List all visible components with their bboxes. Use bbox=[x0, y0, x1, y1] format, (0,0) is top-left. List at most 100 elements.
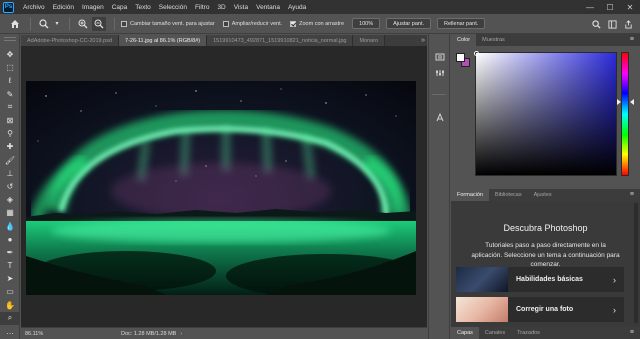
search-icon[interactable] bbox=[590, 18, 602, 30]
scrubby-zoom-checkbox[interactable]: Zoom con arrastre bbox=[290, 20, 344, 27]
workspace-icon[interactable] bbox=[606, 18, 618, 30]
tab-document-active[interactable]: 7-26-11.jpg al 86.1% (RGB/8#) bbox=[119, 35, 208, 46]
window-controls: — ☐ ✕ bbox=[580, 0, 640, 14]
dodge-tool-icon[interactable]: ● bbox=[0, 233, 20, 246]
tab-label: AdAdobe-Photoshop-CC-2019.psd bbox=[27, 37, 113, 44]
tab-document[interactable]: Monaro bbox=[353, 35, 386, 46]
hue-slider-marker[interactable] bbox=[617, 99, 621, 105]
zoom-tool-icon[interactable]: ⌕ bbox=[0, 311, 20, 325]
aurora-image bbox=[26, 81, 416, 295]
zoom-level[interactable]: 86.11% bbox=[21, 331, 43, 337]
tab-paths[interactable]: Trazados bbox=[511, 327, 546, 339]
eyedropper-tool-icon[interactable]: ⚲ bbox=[0, 127, 20, 140]
menu-ventana[interactable]: Ventana bbox=[252, 4, 284, 11]
menu-edicion[interactable]: Edición bbox=[49, 4, 78, 11]
status-menu-arrow[interactable]: › bbox=[180, 331, 182, 337]
aurora-photo bbox=[26, 81, 416, 295]
path-selection-tool-icon[interactable]: ➤ bbox=[0, 272, 20, 285]
checkbox-label: Cambiar tamaño vent. para ajustar bbox=[130, 20, 215, 27]
lasso-tool-icon[interactable]: ℓ bbox=[0, 74, 20, 87]
menu-archivo[interactable]: Archivo bbox=[19, 4, 49, 11]
photoshop-logo: Ps bbox=[3, 1, 14, 13]
learn-card-fix-photo[interactable]: Corregir una foto › bbox=[456, 297, 624, 322]
blur-tool-icon[interactable]: 💧 bbox=[0, 219, 20, 232]
canvas-area[interactable] bbox=[21, 46, 427, 327]
tab-channels[interactable]: Canales bbox=[479, 327, 511, 339]
status-bar: 86.11% Doc: 1.28 MB/1.28 MB › bbox=[21, 327, 427, 339]
brush-tool-icon[interactable]: 🖌 bbox=[0, 154, 20, 167]
clone-stamp-tool-icon[interactable]: ⊥ bbox=[0, 167, 20, 180]
tab-layers[interactable]: Capas bbox=[451, 327, 479, 339]
panel-menu-icon[interactable]: ≡ bbox=[630, 34, 634, 46]
zoom-tool-icon[interactable] bbox=[37, 17, 51, 31]
home-icon[interactable] bbox=[8, 17, 22, 31]
card-thumbnail bbox=[456, 297, 508, 322]
tab-label: Monaro bbox=[359, 37, 379, 44]
tab-swatches[interactable]: Muestras bbox=[476, 34, 511, 46]
hue-slider-marker[interactable] bbox=[630, 99, 634, 105]
tab-color[interactable]: Color bbox=[451, 34, 477, 46]
foreground-color-swatch[interactable] bbox=[456, 53, 465, 62]
tab-document[interactable]: 1519910473_492871_1519910821_noticia_nor… bbox=[207, 35, 354, 46]
tab-libraries[interactable]: Bibliotecas bbox=[489, 189, 528, 201]
zoom-100-button[interactable]: 100% bbox=[352, 18, 381, 29]
options-bar: ▾ Cambiar tamaño vent. para ajustar Ampl… bbox=[0, 14, 640, 34]
more-tools-icon[interactable]: … bbox=[0, 325, 20, 338]
chevron-down-icon[interactable]: ▾ bbox=[53, 17, 61, 31]
history-brush-tool-icon[interactable]: ↺ bbox=[0, 180, 20, 193]
menu-imagen[interactable]: Imagen bbox=[78, 4, 108, 11]
menu-capa[interactable]: Capa bbox=[108, 4, 132, 11]
learn-panel: Descubra Photoshop Tutoriales paso a pas… bbox=[451, 201, 640, 327]
checkbox-box-checked bbox=[290, 20, 297, 27]
fill-screen-button[interactable]: Rellenar pant. bbox=[437, 18, 486, 29]
close-button[interactable]: ✕ bbox=[620, 0, 640, 14]
hand-tool-icon[interactable]: ✋ bbox=[0, 299, 20, 312]
maximize-button[interactable]: ☐ bbox=[600, 0, 620, 14]
move-tool-icon[interactable]: ✥ bbox=[0, 48, 20, 61]
share-icon[interactable] bbox=[622, 18, 634, 30]
panel-menu-icon[interactable]: ≡ bbox=[630, 189, 634, 201]
eraser-tool-icon[interactable]: ◈ bbox=[0, 193, 20, 206]
pen-tool-icon[interactable]: ✒ bbox=[0, 246, 20, 259]
separator bbox=[30, 17, 31, 30]
learn-card-basic-skills[interactable]: Habilidades básicas › bbox=[456, 267, 624, 292]
color-picker-cursor[interactable] bbox=[474, 51, 479, 56]
quick-selection-tool-icon[interactable]: ✎ bbox=[0, 88, 20, 101]
tab-adjustments[interactable]: Ajustes bbox=[528, 189, 558, 201]
learn-panel-tabs: Formación Bibliotecas Ajustes ≡ bbox=[451, 189, 640, 201]
learn-panel-scrollbar[interactable] bbox=[634, 203, 638, 323]
crop-tool-icon[interactable]: ⌗ bbox=[0, 101, 20, 114]
panel-grip[interactable] bbox=[4, 37, 16, 41]
menu-seleccion[interactable]: Selección bbox=[155, 4, 191, 11]
frame-tool-icon[interactable]: ⊠ bbox=[0, 114, 20, 127]
fit-screen-button[interactable]: Ajustar pant. bbox=[386, 18, 432, 29]
menu-3d[interactable]: 3D bbox=[213, 4, 229, 11]
resize-windows-checkbox[interactable]: Cambiar tamaño vent. para ajustar bbox=[121, 20, 215, 27]
panel-menu-icon[interactable]: ≡ bbox=[630, 327, 634, 339]
properties-icon[interactable] bbox=[429, 66, 451, 80]
menu-vista[interactable]: Vista bbox=[230, 4, 252, 11]
tabs-overflow-icon[interactable]: » bbox=[421, 35, 425, 46]
options-right-icons bbox=[586, 18, 634, 30]
tab-label: 1519910473_492871_1519910821_noticia_nor… bbox=[213, 37, 347, 44]
gradient-tool-icon[interactable]: ▦ bbox=[0, 206, 20, 219]
rectangle-tool-icon[interactable]: ▭ bbox=[0, 285, 20, 298]
menu-ayuda[interactable]: Ayuda bbox=[284, 4, 310, 11]
character-icon[interactable] bbox=[429, 111, 451, 125]
zoom-out-icon[interactable] bbox=[92, 16, 106, 31]
zoom-all-windows-checkbox[interactable]: Ampliar/reducir vent. bbox=[222, 20, 283, 27]
checkbox-label: Ampliar/reducir vent. bbox=[231, 20, 283, 27]
zoom-in-icon[interactable] bbox=[76, 17, 90, 31]
healing-brush-tool-icon[interactable]: ✚ bbox=[0, 140, 20, 153]
type-tool-icon[interactable]: T bbox=[0, 259, 20, 272]
menu-texto[interactable]: Texto bbox=[131, 4, 155, 11]
menu-filtro[interactable]: Filtro bbox=[191, 4, 213, 11]
color-field[interactable] bbox=[474, 51, 617, 176]
minimize-button[interactable]: — bbox=[580, 0, 600, 14]
tab-learn[interactable]: Formación bbox=[451, 189, 489, 201]
document-tabs: AdAdobe-Photoshop-CC-2019.psd 7-26-11.jp… bbox=[21, 35, 427, 46]
hue-slider[interactable] bbox=[621, 52, 629, 176]
marquee-tool-icon[interactable]: ⬚ bbox=[0, 61, 20, 74]
history-icon[interactable] bbox=[429, 50, 451, 64]
tab-document[interactable]: AdAdobe-Photoshop-CC-2019.psd bbox=[21, 35, 120, 46]
